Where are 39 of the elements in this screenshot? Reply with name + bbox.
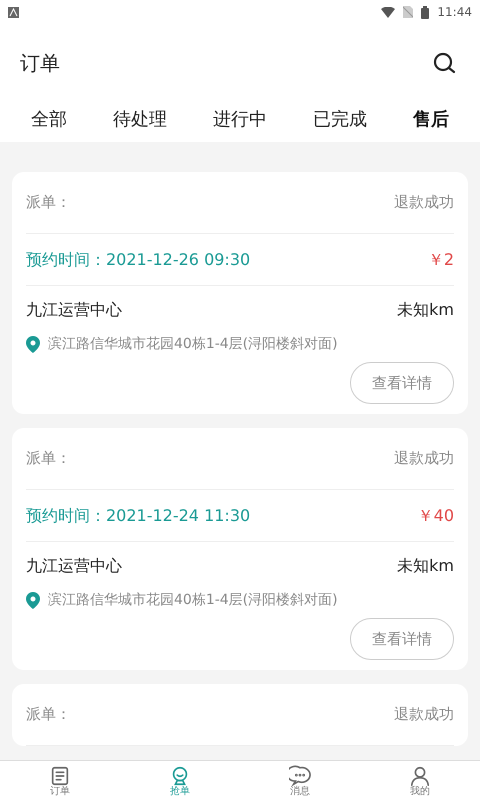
nav-tab[interactable]: 订单 [0, 761, 120, 800]
order-tab[interactable]: 进行中 [205, 106, 275, 132]
dispatch-label: 派单： [26, 448, 71, 470]
user-icon [409, 764, 431, 786]
order-tab[interactable]: 待处理 [105, 106, 175, 132]
nav-tab[interactable]: 消息 [240, 761, 360, 800]
center-name: 九江运营中心 [26, 299, 122, 321]
no-sim-icon [403, 6, 414, 18]
notification-icon [8, 6, 19, 18]
appointment-time: 预约时间：2021-12-26 09:30 [26, 248, 250, 270]
view-details-button[interactable]: 查看详情 [350, 362, 454, 404]
dispatch-label: 派单： [26, 704, 71, 726]
distance: 未知km [397, 299, 454, 321]
center-name: 九江运营中心 [26, 555, 122, 577]
page-title: 订单 [20, 50, 60, 77]
view-details-button[interactable]: 查看详情 [350, 618, 454, 660]
search-icon [432, 51, 456, 75]
distance: 未知km [397, 555, 454, 577]
location-pin-icon [26, 592, 40, 608]
wifi-icon [381, 6, 396, 18]
order-status: 退款成功 [394, 704, 454, 726]
order-tab[interactable]: 已完成 [305, 106, 375, 132]
order-tab[interactable]: 售后 [405, 106, 457, 132]
order-status: 退款成功 [394, 448, 454, 470]
order-price: ￥2 [428, 248, 454, 270]
address: 滨江路信华城市花园40栋1-4层(浔阳楼斜对面) [48, 590, 338, 610]
nav-tab[interactable]: 抢单 [120, 761, 240, 800]
location-pin-icon [26, 336, 40, 352]
nav-tab[interactable]: 我的 [360, 761, 480, 800]
appointment-time: 预约时间：2021-12-24 11:30 [26, 504, 250, 526]
order-tab[interactable]: 全部 [23, 106, 75, 132]
battery-icon [421, 6, 430, 18]
order-status: 退款成功 [394, 192, 454, 214]
document-icon [49, 764, 71, 786]
chat-icon [289, 764, 311, 786]
order-price: ￥40 [418, 504, 454, 526]
dispatch-label: 派单： [26, 192, 71, 214]
address: 滨江路信华城市花园40栋1-4层(浔阳楼斜对面) [48, 334, 338, 354]
status-time: 11:44 [437, 4, 472, 21]
